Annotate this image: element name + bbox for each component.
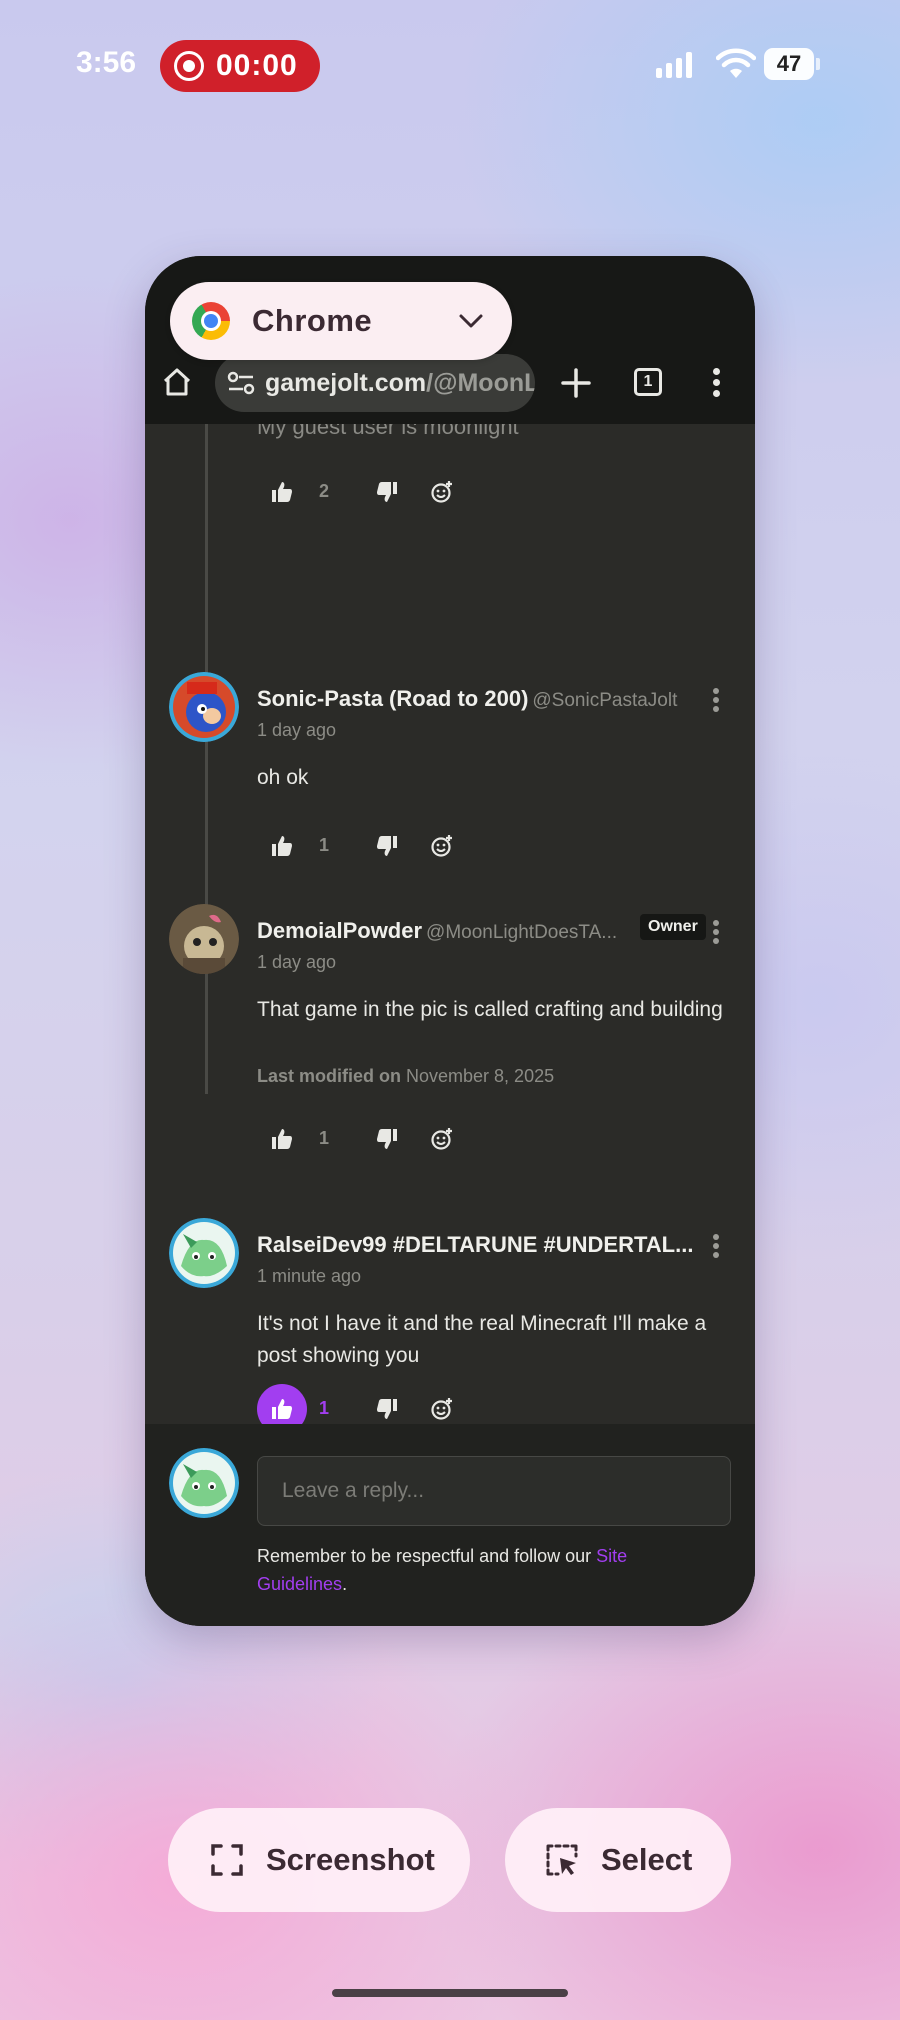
chevron-down-icon — [459, 314, 483, 328]
comment-handle[interactable]: @MoonLightDoesTA... — [426, 922, 617, 943]
site-settings-icon[interactable] — [227, 371, 255, 395]
screen-recording-indicator[interactable]: 00:00 — [160, 40, 320, 92]
thumbs-down-icon — [377, 836, 397, 856]
comment-actions: 1 — [257, 1114, 557, 1164]
add-reaction-button[interactable] — [417, 821, 467, 871]
like-count: 1 — [319, 1128, 330, 1148]
clock: 3:56 — [76, 46, 137, 79]
screenshot-label: Screenshot — [266, 1842, 435, 1877]
add-reaction-button[interactable] — [417, 1114, 467, 1164]
wifi-icon — [716, 48, 756, 78]
comment-author[interactable]: Sonic-Pasta (Road to 200) @SonicPastaJolt — [257, 686, 677, 712]
comment-actions: 1 — [257, 821, 557, 871]
screenshot-button[interactable]: Screenshot — [168, 1808, 470, 1912]
recording-time: 00:00 — [216, 49, 298, 82]
status-bar: 3:56 00:00 47 — [0, 40, 900, 92]
like-button[interactable] — [257, 467, 307, 517]
comment-time[interactable]: 1 minute ago — [257, 1266, 361, 1287]
app-name: Chrome — [252, 303, 373, 338]
avatar[interactable] — [169, 1448, 239, 1518]
add-reaction-icon — [431, 481, 452, 503]
chrome-icon — [192, 302, 230, 340]
thumbs-up-icon — [272, 1129, 292, 1149]
select-button[interactable]: Select — [505, 1808, 731, 1912]
screenshot-icon — [211, 1844, 243, 1876]
like-count: 2 — [319, 481, 330, 501]
dislike-button[interactable] — [362, 1114, 412, 1164]
reply-composer: Remember to be respectful and follow our… — [145, 1424, 755, 1626]
comment-time[interactable]: 1 day ago — [257, 720, 336, 741]
thumbs-up-icon — [272, 1399, 292, 1419]
reply-input[interactable] — [257, 1456, 731, 1526]
select-icon — [546, 1844, 578, 1876]
battery-level: 47 — [764, 48, 814, 80]
record-icon — [174, 51, 204, 81]
modified-note: Last modified on November 8, 2025 — [257, 1066, 555, 1086]
comment-text: oh ok — [257, 766, 309, 789]
clipped-comment-text: My guest user is moonlight — [257, 424, 519, 439]
like-count: 1 — [319, 1398, 330, 1418]
home-indicator[interactable] — [332, 1989, 568, 1997]
tab-switcher-button[interactable]: 1 — [634, 368, 662, 396]
comment-handle[interactable]: @SonicPastaJolt — [532, 690, 677, 711]
thumbs-up-icon — [272, 482, 292, 502]
select-label: Select — [601, 1842, 693, 1877]
battery-icon: 47 — [764, 48, 820, 80]
thread-line — [205, 424, 208, 1094]
avatar[interactable] — [169, 904, 239, 974]
avatar[interactable] — [169, 1218, 239, 1288]
comment-text: It's not I have it and the real Minecraf… — [257, 1312, 707, 1367]
home-icon[interactable] — [161, 366, 193, 398]
add-reaction-icon — [431, 1128, 452, 1150]
plus-icon[interactable] — [559, 366, 593, 400]
dislike-button[interactable] — [362, 821, 412, 871]
comment-time[interactable]: 1 day ago — [257, 952, 336, 973]
add-reaction-button[interactable] — [417, 467, 467, 517]
like-count: 1 — [319, 835, 330, 855]
comment-author[interactable]: DemoialPowder @MoonLightDoesTA... — [257, 918, 617, 944]
app-preview-card[interactable]: gamejolt.com/@MoonL 1 My guest user is m… — [145, 256, 755, 1626]
comment-author[interactable]: RalseiDev99 #DELTARUNE #UNDERTAL... — [257, 1232, 693, 1258]
thumbs-down-icon — [377, 1129, 397, 1149]
thumbs-down-icon — [377, 482, 397, 502]
cellular-signal-icon — [656, 50, 692, 78]
thumbs-down-icon — [377, 1399, 397, 1419]
app-switcher-pill[interactable]: Chrome — [170, 282, 512, 360]
comment-actions: 2 — [257, 467, 557, 517]
more-options-icon[interactable] — [713, 368, 721, 398]
address-bar[interactable]: gamejolt.com/@MoonL — [215, 354, 535, 412]
comment-text: That game in the pic is called crafting … — [257, 998, 723, 1021]
comments-section: My guest user is moonlight 2 Sonic-Pasta… — [145, 424, 755, 1626]
add-reaction-icon — [431, 1398, 452, 1420]
like-button[interactable] — [257, 821, 307, 871]
dislike-button[interactable] — [362, 467, 412, 517]
avatar[interactable] — [169, 672, 239, 742]
url-text: gamejolt.com/@MoonL — [265, 368, 535, 397]
add-reaction-icon — [431, 835, 452, 857]
comment-menu-icon[interactable] — [713, 920, 719, 944]
guidelines-note: Remember to be respectful and follow our… — [257, 1546, 628, 1594]
thumbs-up-icon — [272, 836, 292, 856]
comment-menu-icon[interactable] — [713, 1234, 719, 1258]
comment-menu-icon[interactable] — [713, 688, 719, 712]
owner-badge: Owner — [640, 914, 706, 940]
like-button[interactable] — [257, 1114, 307, 1164]
